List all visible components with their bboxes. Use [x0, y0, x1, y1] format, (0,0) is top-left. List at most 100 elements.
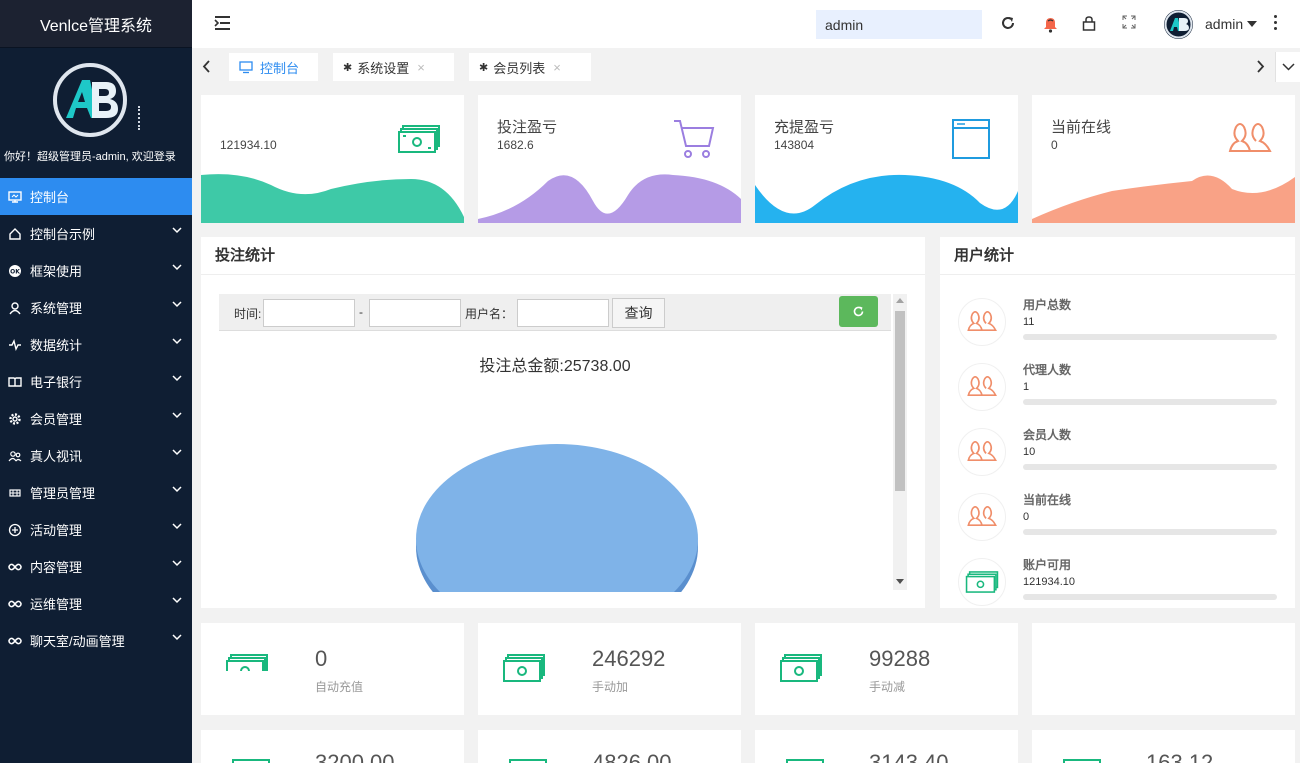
chevron-down-icon	[172, 560, 182, 567]
bottom-value: 4826.00	[592, 750, 672, 763]
stat-value: 0	[1051, 138, 1058, 152]
cash-icon	[398, 125, 440, 153]
sidebar-item-label: 真人视讯	[30, 449, 83, 464]
chart-title: 投注总金额:25738.00	[479, 358, 631, 375]
chevron-down-icon	[172, 227, 182, 234]
menu-toggle-icon[interactable]	[214, 15, 231, 31]
sidebar-item-ops[interactable]: 运维管理	[0, 585, 192, 622]
user-stat-value: 121934.10	[1023, 576, 1075, 588]
chevron-down-icon	[172, 449, 182, 456]
username-label: 用户名：	[465, 307, 514, 321]
sidebar-item-members[interactable]: 会员管理	[0, 400, 192, 437]
palm-icon: ✱	[479, 61, 489, 74]
bottom-value: 3143.40	[869, 750, 949, 763]
user-stat-value: 1	[1023, 381, 1030, 393]
tab-label: 控制台	[260, 60, 300, 76]
tabs-dropdown[interactable]	[1275, 52, 1300, 82]
users-icon	[958, 493, 1006, 541]
plus-circle-icon	[7, 522, 23, 538]
refresh-icon[interactable]	[1000, 15, 1016, 31]
username-input[interactable]	[517, 299, 609, 327]
users-icon	[7, 448, 23, 464]
progress-bar	[1023, 529, 1277, 535]
start-date-input[interactable]	[263, 299, 355, 327]
lock-icon[interactable]	[1082, 15, 1096, 31]
chevron-down-icon	[1282, 63, 1295, 71]
sidebar-item-label: 电子银行	[30, 375, 83, 390]
logo-icon	[53, 63, 127, 137]
sidebar-item-ebank[interactable]: 电子银行	[0, 363, 192, 400]
sidebar-item-admins[interactable]: 管理员管理	[0, 474, 192, 511]
progress-bar	[1023, 399, 1277, 405]
svg-text:OK: OK	[10, 268, 20, 275]
user-stats-panel: 用户统计 用户总数 11 代理人数 1 会员人数 10 当前在线 0 账户可用 …	[940, 237, 1295, 608]
range-separator: -	[359, 305, 363, 319]
sidebar-item-label: 框架使用	[30, 264, 83, 279]
more-vertical-icon[interactable]	[1274, 15, 1277, 33]
tabs-scroll-left-icon[interactable]	[202, 60, 211, 73]
close-icon[interactable]: ×	[553, 60, 561, 75]
avatar[interactable]	[1164, 10, 1193, 39]
scroll-down-icon[interactable]	[896, 579, 904, 585]
chevron-down-icon	[172, 597, 182, 604]
sidebar-item-label: 活动管理	[30, 523, 83, 538]
username[interactable]: admin	[1205, 16, 1243, 32]
users-icon	[958, 363, 1006, 411]
user-stat-available: 账户可用 121934.10	[940, 556, 1295, 608]
stat-label: 投注盈亏	[497, 119, 558, 136]
stat-card-online: 当前在线 0	[1032, 95, 1295, 223]
sidebar-item-data-stats[interactable]: 数据统计	[0, 326, 192, 363]
tab-dashboard[interactable]: 控制台	[229, 53, 318, 81]
money-label: 自动充值	[315, 680, 364, 694]
infinity-icon	[7, 559, 23, 575]
tab-label: 系统设置	[357, 60, 410, 76]
sidebar-item-label: 聊天室/动画管理	[30, 634, 125, 649]
sidebar-item-framework[interactable]: OK 框架使用	[0, 252, 192, 289]
sidebar-item-label: 会员管理	[30, 412, 83, 427]
bet-chart: 投注总金额:25738.00	[219, 332, 891, 592]
sidebar-item-activities[interactable]: 活动管理	[0, 511, 192, 548]
stat-value: 121934.10	[220, 138, 277, 152]
money-card-auto-recharge: 0 自动充值	[201, 623, 464, 715]
stat-label: 当前在线	[1051, 119, 1112, 136]
sidebar-item-label: 控制台示例	[30, 227, 96, 242]
money-label: 手动减	[869, 680, 906, 694]
user-stat-label: 会员人数	[1023, 428, 1072, 442]
sidebar-item-content[interactable]: 内容管理	[0, 548, 192, 585]
chevron-down-icon	[172, 375, 182, 382]
end-date-input[interactable]	[369, 299, 461, 327]
money-value: 0	[315, 646, 328, 671]
search-input[interactable]	[816, 10, 982, 39]
progress-bar	[1023, 594, 1277, 600]
users-icon	[1228, 123, 1272, 152]
users-icon	[958, 298, 1006, 346]
bell-icon[interactable]	[1043, 15, 1058, 33]
caret-down-icon[interactable]	[1247, 21, 1257, 27]
chart-scrollbar[interactable]	[893, 294, 907, 590]
sidebar-item-live-video[interactable]: 真人视讯	[0, 437, 192, 474]
home-icon	[7, 226, 23, 242]
sidebar-item-chatroom[interactable]: 聊天室/动画管理	[0, 622, 192, 659]
tab-system-settings[interactable]: ✱ 系统设置 ×	[333, 53, 454, 81]
stat-label-mask	[217, 95, 313, 139]
fullscreen-icon[interactable]	[1122, 15, 1136, 29]
tab-member-list[interactable]: ✱ 会员列表 ×	[469, 53, 591, 81]
user-menu-handle[interactable]	[138, 106, 140, 130]
sidebar-menu: 控制台 控制台示例 OK 框架使用 系统管理 数据统计 电子银行 会员管理 真人…	[0, 178, 192, 659]
sidebar-item-label: 管理员管理	[30, 486, 96, 501]
sidebar-item-dashboard[interactable]: 控制台	[0, 178, 192, 215]
query-button[interactable]: 查询	[612, 298, 665, 328]
close-icon[interactable]: ×	[417, 60, 425, 75]
stat-wave	[478, 174, 741, 223]
ok-badge-icon: OK	[7, 263, 23, 279]
tabs-scroll-right-icon[interactable]	[1256, 60, 1265, 73]
chevron-down-icon	[172, 412, 182, 419]
sidebar-item-system[interactable]: 系统管理	[0, 289, 192, 326]
chevron-down-icon	[172, 486, 182, 493]
sidebar-item-dashboard-example[interactable]: 控制台示例	[0, 215, 192, 252]
scroll-up-icon[interactable]	[896, 297, 904, 303]
refresh-button[interactable]	[839, 296, 878, 327]
money-card-manual-add: 246292 手动加	[478, 623, 741, 715]
scrollbar-thumb[interactable]	[895, 311, 905, 491]
welcome-text: 你好！超级管理员-admin, 欢迎登录	[4, 151, 176, 163]
